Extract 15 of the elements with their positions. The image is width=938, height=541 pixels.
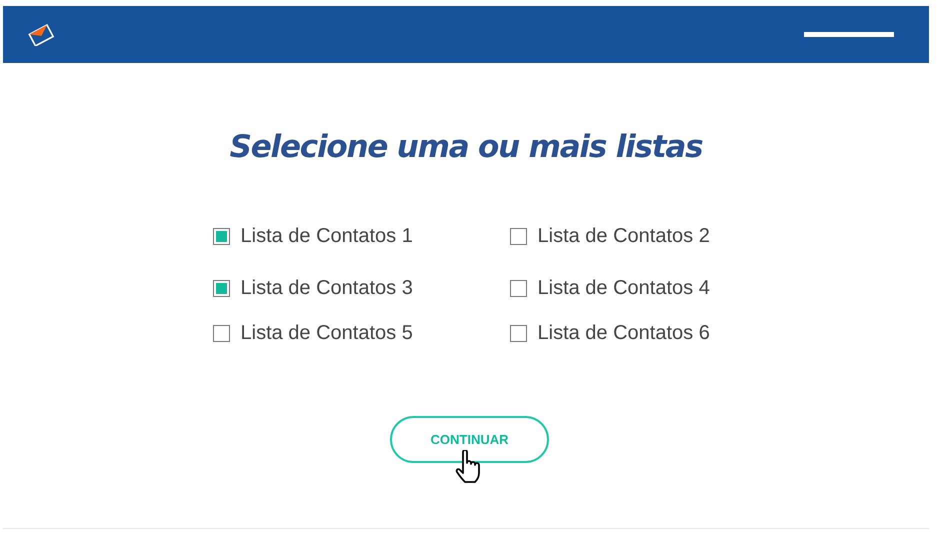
envelope-icon[interactable]: [27, 24, 55, 46]
checkbox[interactable]: [510, 228, 526, 244]
checkbox[interactable]: [212, 324, 230, 342]
list-option[interactable]: Lista de Contatos 5: [212, 318, 510, 348]
list-option[interactable]: Lista de Contatos 4: [510, 273, 730, 303]
list-option[interactable]: Lista de Contatos 3: [212, 273, 510, 303]
list-option[interactable]: Lista de Contatos 1: [212, 221, 510, 251]
checkbox[interactable]: [212, 280, 230, 296]
checkbox[interactable]: [510, 324, 526, 342]
page-title: Selecione uma ou mais listas: [230, 129, 702, 165]
hand-cursor-icon: [455, 450, 483, 484]
checkbox[interactable]: [510, 280, 526, 296]
list-option[interactable]: Lista de Contatos 6: [510, 318, 730, 348]
list-option[interactable]: Lista de Contatos 2: [510, 221, 730, 251]
checkbox[interactable]: [212, 228, 230, 244]
